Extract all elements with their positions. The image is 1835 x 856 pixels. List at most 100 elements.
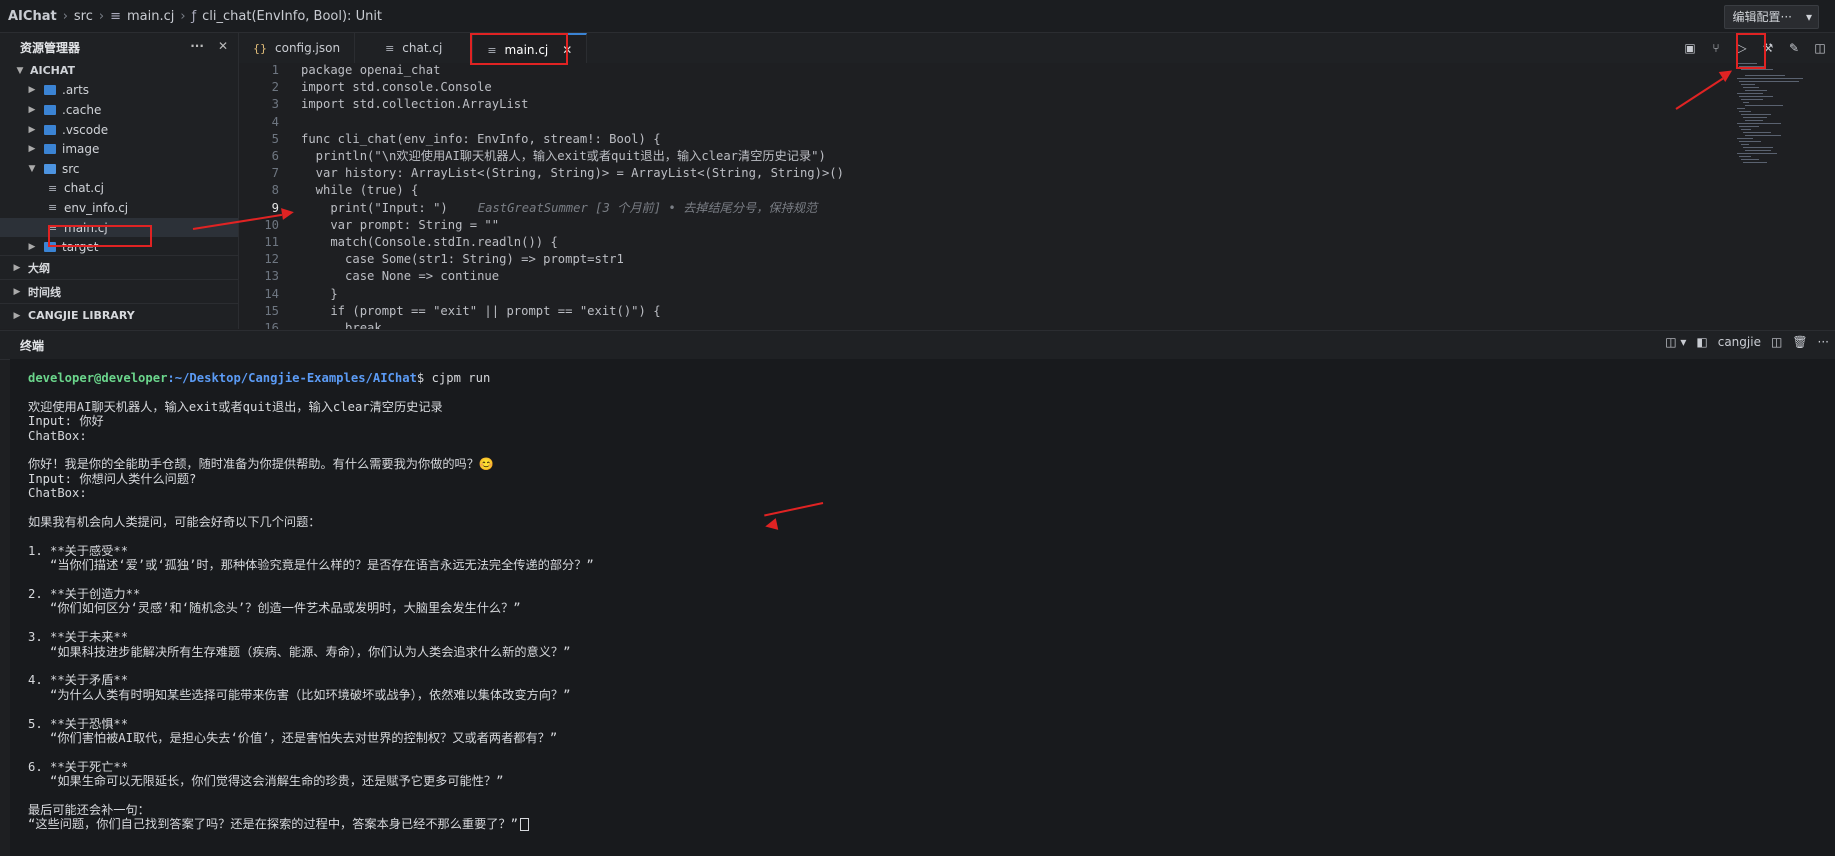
- breadcrumb-item-project[interactable]: AIChat: [8, 9, 57, 24]
- line-number: 4: [271, 114, 279, 129]
- annotation-arrow-head: [764, 518, 779, 533]
- code-text: break: [301, 321, 382, 329]
- code-line: 1 package openai_chat: [239, 63, 441, 79]
- terminal-output-line: ChatBox:: [28, 428, 87, 443]
- git-branch-icon[interactable]: ⑂: [1705, 37, 1727, 59]
- terminal-command: cjpm run: [431, 371, 491, 385]
- split-terminal-icon[interactable]: ◫ ▾: [1665, 335, 1686, 349]
- split-icon[interactable]: ◫: [1771, 335, 1782, 349]
- code-line: 12 case Some(str1: String) => prompt=str…: [239, 251, 624, 268]
- code-line: 3 import std.collection.ArrayList: [239, 96, 529, 113]
- terminal-shell-label[interactable]: cangjie: [1718, 335, 1761, 349]
- code-text: print("Input: "): [301, 200, 448, 215]
- minimap-line: [1743, 117, 1767, 118]
- tree-item[interactable]: ▶ .cache: [0, 100, 238, 120]
- annotation-arrow-head: [281, 206, 295, 220]
- terminal-output-line: “这些问题，你们自己找到答案了吗？还是在探索的过程中，答案本身已经不那么重要了？…: [28, 817, 529, 832]
- folder-icon: [44, 85, 56, 96]
- line-number: 6: [271, 149, 279, 163]
- file-icon: ≡: [48, 201, 58, 215]
- code-text: case None => continue: [301, 269, 500, 284]
- more-actions-icon[interactable]: ···: [1818, 335, 1829, 349]
- line-number: 12: [264, 252, 279, 267]
- code-line: 15 if (prompt == "exit" || prompt == "ex…: [239, 303, 661, 320]
- minimap-line: [1741, 129, 1751, 130]
- edit-config-dropdown[interactable]: 编辑配置··· ▾: [1723, 5, 1819, 29]
- breadcrumb-item-src[interactable]: src: [74, 9, 93, 24]
- edit-icon[interactable]: ✎: [1783, 37, 1805, 59]
- file-icon: ≡: [110, 8, 121, 24]
- code-line: 6 println("\n欢迎使用AI聊天机器人，输入exit或者quit退出，…: [239, 148, 826, 165]
- tree-item[interactable]: ▼ src: [0, 159, 238, 179]
- minimap-line: [1743, 162, 1767, 163]
- tree-item-label: env_info.cj: [64, 200, 129, 215]
- breadcrumb-item-symbol[interactable]: cli_chat(EnvInfo, Bool): Unit: [202, 9, 382, 24]
- code-text: if (prompt == "exit" || prompt == "exit(…: [301, 303, 661, 318]
- terminal-output-line: 3. **关于未来**: [28, 630, 129, 645]
- chevron-down-icon: ▾: [1805, 10, 1812, 24]
- code-text: package openai_chat: [301, 63, 441, 77]
- minimap-line: [1745, 105, 1783, 106]
- tab-config-json[interactable]: {} config.json: [239, 33, 356, 63]
- terminal-output-line: “当你们描述‘爱’或‘孤独’时，那种体验究竟是什么样的？是否存在语言永远无法完全…: [28, 558, 594, 573]
- code-text: import std.collection.ArrayList: [301, 97, 529, 112]
- tree-root-label: AICHAT: [30, 64, 76, 78]
- tree-item-label: image: [62, 142, 100, 157]
- tab-chat-cj[interactable]: ≡ chat.cj: [355, 33, 474, 63]
- code-text: while (true) {: [301, 183, 419, 198]
- tree-item[interactable]: ≡ chat.cj: [0, 179, 238, 199]
- terminal-panel-icon[interactable]: ◧: [1696, 335, 1707, 349]
- close-icon[interactable]: ✕: [218, 39, 228, 53]
- tree-item[interactable]: ≡ env_info.cj: [0, 198, 238, 218]
- terminal-output-line: “如果生命可以无限延长，你们觉得这会消解生命的珍贵，还是赋予它更多可能性？”: [28, 774, 504, 789]
- tree-root[interactable]: ▼ AICHAT: [0, 61, 238, 81]
- tree-item[interactable]: ▶ .vscode: [0, 120, 238, 140]
- tab-label: chat.cj: [402, 41, 443, 55]
- line-number: 8: [271, 183, 279, 198]
- line-number: 15: [264, 303, 279, 318]
- split-editor-icon[interactable]: ◫: [1809, 37, 1831, 59]
- minimap-line: [1745, 90, 1767, 91]
- terminal[interactable]: developer@developer:~/Desktop/Cangjie-Ex…: [10, 359, 1835, 856]
- chevron-right-icon: ▶: [28, 242, 36, 253]
- function-icon: ƒ: [191, 8, 197, 24]
- minimap-line: [1739, 156, 1751, 157]
- code-text: import std.console.Console: [301, 80, 492, 95]
- terminal-output-line: 你好！我是你的全能助手仓颉，随时准备为你提供帮助。有什么需要我为你做的吗？😊: [28, 457, 495, 472]
- section-outline[interactable]: ▶ 大纲: [0, 255, 238, 279]
- section-cangjie-library[interactable]: ▶ CANGJIE LIBRARY: [0, 303, 238, 327]
- tree-item[interactable]: ▶ .arts: [0, 81, 238, 101]
- code-editor[interactable]: 1 package openai_chat 2 import std.console.…: [239, 63, 1835, 329]
- terminal-output-line: “为什么人类有时明知某些选择可能带来伤害（比如环境破坏或战争），依然难以集体改变…: [28, 687, 571, 702]
- breadcrumb-bar: AIChat › src › ≡ main.cj › ƒ cli_chat(En…: [0, 0, 1835, 33]
- minimap-line: [1743, 87, 1759, 88]
- breadcrumb-item-file[interactable]: main.cj: [127, 9, 174, 24]
- section-timeline[interactable]: ▶ 时间线: [0, 279, 238, 303]
- tab-label: config.json: [275, 41, 341, 55]
- code-text: println("\n欢迎使用AI聊天机器人，输入exit或者quit退出，输入…: [301, 149, 826, 163]
- preview-icon[interactable]: ▣: [1679, 37, 1701, 59]
- breadcrumb: AIChat › src › ≡ main.cj › ƒ cli_chat(En…: [0, 9, 388, 24]
- minimap-line: [1743, 147, 1773, 148]
- prompt-path: :~/Desktop/Cangjie-Examples/AIChat: [167, 371, 417, 385]
- chevron-right-icon: ▶: [28, 104, 36, 115]
- tree-item[interactable]: ▶ image: [0, 139, 238, 159]
- more-actions-icon[interactable]: ···: [190, 39, 204, 53]
- chevron-right-icon: ▶: [13, 310, 21, 321]
- line-number: 1: [271, 63, 279, 77]
- code-text: func cli_chat(env_info: EnvInfo, stream!…: [301, 131, 661, 146]
- minimap[interactable]: [1737, 63, 1811, 173]
- code-line: 7 var history: ArrayList<(String, String…: [239, 165, 844, 182]
- terminal-output-line: Input: 你想问人类什么问题?: [28, 471, 197, 486]
- chevron-right-icon: ›: [180, 8, 186, 24]
- minimap-line: [1739, 111, 1751, 112]
- minimap-line: [1745, 150, 1771, 151]
- terminal-output-line: 最后可能还会补一句：: [28, 803, 150, 817]
- tree-item-label: .cache: [62, 102, 102, 117]
- terminal-output-line: 欢迎使用AI聊天机器人，输入exit或者quit退出，输入clear清空历史记录: [28, 399, 443, 414]
- chevron-right-icon: ▶: [13, 286, 21, 297]
- prompt-user: developer@developer: [28, 371, 168, 385]
- code-text: match(Console.stdIn.readln()) {: [301, 235, 558, 249]
- chevron-right-icon: ▶: [13, 262, 21, 273]
- trash-icon[interactable]: 🗑: [1792, 335, 1807, 349]
